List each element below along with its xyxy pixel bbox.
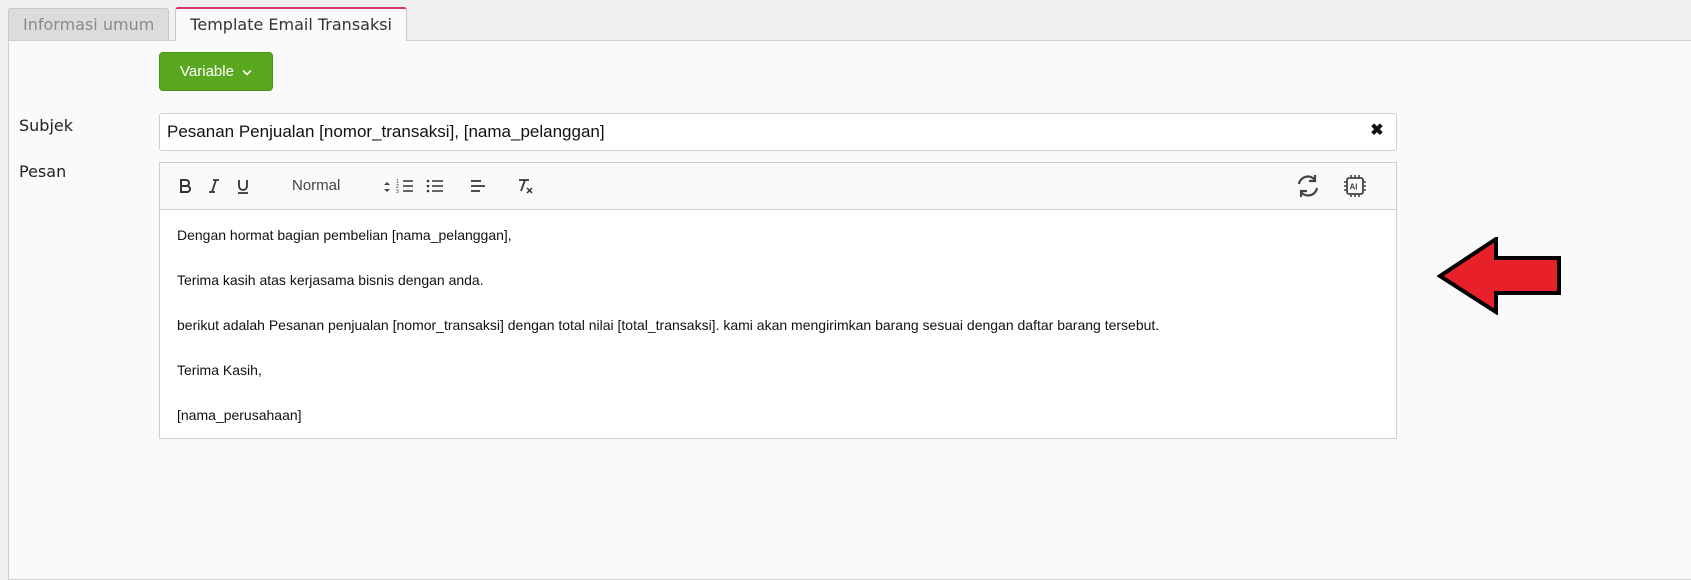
format-select-value: Normal: [292, 177, 341, 194]
message-paragraph: berikut adalah Pesanan penjualan [nomor_…: [177, 317, 1160, 333]
select-updown-icon: [382, 178, 392, 202]
svg-text:3: 3: [396, 189, 399, 194]
message-paragraph: Terima kasih atas kerjasama bisnis denga…: [177, 272, 484, 288]
variable-dropdown-button[interactable]: Variable: [159, 52, 273, 91]
bold-icon[interactable]: [172, 173, 198, 199]
clear-icon[interactable]: ✖: [1368, 122, 1386, 140]
tab-bar: Informasi umum Template Email Transaksi: [8, 7, 407, 41]
subject-label: Subjek: [19, 116, 74, 135]
message-label: Pesan: [19, 162, 67, 181]
message-paragraph: Dengan hormat bagian pembelian [nama_pel…: [177, 227, 512, 243]
message-paragraph: [nama_perusahaan]: [177, 407, 302, 423]
underline-icon[interactable]: [230, 173, 256, 199]
message-paragraph: Terima Kasih,: [177, 362, 262, 378]
ordered-list-icon[interactable]: 123: [392, 173, 418, 199]
editor-toolbar: Normal 123 AI: [160, 163, 1396, 210]
svg-text:AI: AI: [1350, 183, 1358, 192]
chevron-down-icon: [242, 67, 252, 79]
italic-icon[interactable]: [201, 173, 227, 199]
subject-input[interactable]: [167, 114, 1357, 150]
message-editor: Normal 123 AI Dengan hormat bagian pembe…: [159, 162, 1397, 439]
tab-informasi-umum[interactable]: Informasi umum: [8, 8, 170, 40]
bullet-list-icon[interactable]: [422, 173, 448, 199]
format-select[interactable]: Normal: [292, 174, 392, 198]
subject-field: ✖: [159, 113, 1397, 151]
align-left-icon[interactable]: [466, 173, 492, 199]
left-arrow-annotation-icon: [1437, 237, 1561, 315]
refresh-icon[interactable]: [1293, 171, 1323, 201]
ai-chip-icon[interactable]: AI: [1340, 171, 1370, 201]
variable-button-label: Variable: [180, 63, 234, 80]
tab-template-email-transaksi[interactable]: Template Email Transaksi: [175, 7, 407, 41]
editor-content[interactable]: Dengan hormat bagian pembelian [nama_pel…: [160, 210, 1396, 465]
clear-format-icon[interactable]: [512, 173, 538, 199]
